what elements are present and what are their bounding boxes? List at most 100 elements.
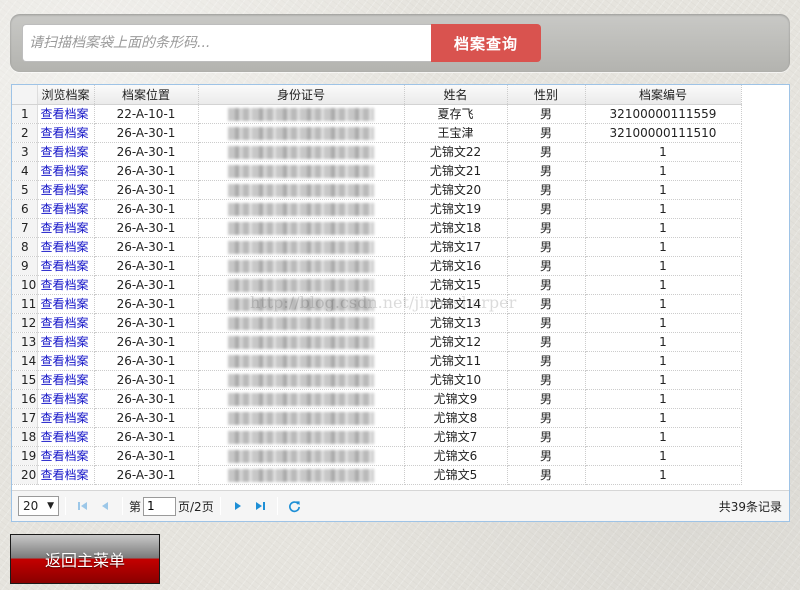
table-row[interactable]: 13 查看档案 26-A-30-1 尤锦文12 男 1 <box>12 332 742 352</box>
redacted-id-number <box>228 335 374 349</box>
row-number: 4 <box>12 161 38 181</box>
id-number-cell <box>198 370 405 390</box>
gender-cell: 男 <box>507 256 586 276</box>
view-archive-link[interactable]: 查看档案 <box>41 164 89 178</box>
location-cell: 26-A-30-1 <box>94 408 199 428</box>
header-archive-no[interactable]: 档案编号 <box>585 85 742 105</box>
view-archive-link[interactable]: 查看档案 <box>41 449 89 463</box>
header-gender[interactable]: 性别 <box>507 85 586 105</box>
view-archive-link[interactable]: 查看档案 <box>41 240 89 254</box>
table-row[interactable]: 19 查看档案 26-A-30-1 尤锦文6 男 1 <box>12 446 742 466</box>
row-number: 3 <box>12 142 38 162</box>
browse-cell: 查看档案 <box>37 389 95 409</box>
view-archive-link[interactable]: 查看档案 <box>41 411 89 425</box>
row-number: 19 <box>12 446 38 466</box>
current-page-input[interactable] <box>143 496 177 516</box>
table-row[interactable]: 15 查看档案 26-A-30-1 尤锦文10 男 1 <box>12 370 742 390</box>
view-archive-link[interactable]: 查看档案 <box>41 468 89 482</box>
last-page-button[interactable] <box>249 495 271 517</box>
table-row[interactable]: 2 查看档案 26-A-30-1 王宝津男 32100000111510 <box>12 123 742 143</box>
table-row[interactable]: 12 查看档案 26-A-30-1 尤锦文13 男 1 <box>12 313 742 333</box>
table-row[interactable]: 7 查看档案 26-A-30-1 尤锦文18 男 1 <box>12 218 742 238</box>
gender-cell: 男 <box>507 275 586 295</box>
location-cell: 26-A-30-1 <box>94 313 199 333</box>
view-archive-link[interactable]: 查看档案 <box>41 354 89 368</box>
header-location[interactable]: 档案位置 <box>94 85 199 105</box>
header-id-number[interactable]: 身份证号 <box>198 85 405 105</box>
table-row[interactable]: 17 查看档案 26-A-30-1 尤锦文8 男 1 <box>12 408 742 428</box>
archive-query-button[interactable]: 档案查询 <box>431 24 541 62</box>
row-number: 14 <box>12 351 38 371</box>
browse-cell: 查看档案 <box>37 446 95 466</box>
redacted-id-number <box>228 107 374 121</box>
header-browse[interactable]: 浏览档案 <box>37 85 95 105</box>
gender-cell: 男 <box>507 446 586 466</box>
view-archive-link[interactable]: 查看档案 <box>41 259 89 273</box>
total-records: 共39条记录 <box>718 499 782 514</box>
archive-no-cell: 1 <box>585 351 742 371</box>
archive-no-cell: 1 <box>585 218 742 238</box>
grid-body[interactable]: 浏览档案 档案位置 身份证号 姓名 性别 档案编号 1 查看档案 22-A-10-1… <box>12 85 789 490</box>
view-archive-link[interactable]: 查看档案 <box>41 221 89 235</box>
return-main-menu-button[interactable]: 返回主菜单 <box>10 534 160 584</box>
view-archive-link[interactable]: 查看档案 <box>41 430 89 444</box>
table-row[interactable]: 3 查看档案 26-A-30-1 尤锦文22 男 1 <box>12 142 742 162</box>
archive-no-cell: 1 <box>585 389 742 409</box>
table-row[interactable]: 18 查看档案 26-A-30-1 尤锦文7 男 1 <box>12 427 742 447</box>
name-cell: 尤锦文21 <box>404 161 508 181</box>
redacted-id-number <box>228 259 374 273</box>
redacted-id-number <box>228 278 374 292</box>
location-cell: 22-A-10-1 <box>94 104 199 124</box>
name-cell: 尤锦文8 <box>404 408 508 428</box>
location-cell: 26-A-30-1 <box>94 218 199 238</box>
table-row[interactable]: 5 查看档案 26-A-30-1 尤锦文20 男 1 <box>12 180 742 200</box>
pager-separator <box>122 497 123 515</box>
table-row[interactable]: 20 查看档案 26-A-30-1 尤锦文5 男 1 <box>12 465 742 485</box>
browse-cell: 查看档案 <box>37 332 95 352</box>
view-archive-link[interactable]: 查看档案 <box>41 107 89 121</box>
first-page-button[interactable] <box>72 495 94 517</box>
name-cell: 尤锦文19 <box>404 199 508 219</box>
view-archive-link[interactable]: 查看档案 <box>41 316 89 330</box>
row-number: 20 <box>12 465 38 485</box>
view-archive-link[interactable]: 查看档案 <box>41 278 89 292</box>
name-cell: 尤锦文7 <box>404 427 508 447</box>
page-size-select[interactable]: 20 ▼ <box>18 496 59 516</box>
table-row[interactable]: 10 查看档案 26-A-30-1 尤锦文15 男 1 <box>12 275 742 295</box>
view-archive-link[interactable]: 查看档案 <box>41 335 89 349</box>
view-archive-link[interactable]: 查看档案 <box>41 145 89 159</box>
browse-cell: 查看档案 <box>37 123 95 143</box>
table-row[interactable]: 16 查看档案 26-A-30-1 尤锦文9 男 1 <box>12 389 742 409</box>
view-archive-link[interactable]: 查看档案 <box>41 392 89 406</box>
view-archive-link[interactable]: 查看档案 <box>41 297 89 311</box>
header-name[interactable]: 姓名 <box>404 85 508 105</box>
redacted-id-number <box>228 221 374 235</box>
id-number-cell <box>198 161 405 181</box>
gender-cell: 男 <box>507 180 586 200</box>
barcode-search-input[interactable] <box>22 24 431 62</box>
next-page-button[interactable] <box>227 495 249 517</box>
view-archive-link[interactable]: 查看档案 <box>41 183 89 197</box>
pager-separator <box>276 497 278 515</box>
table-row[interactable]: 1 查看档案 22-A-10-1 夏存飞男 32100000111559 <box>12 104 742 124</box>
refresh-button[interactable] <box>284 495 306 517</box>
id-number-cell <box>198 408 405 428</box>
prev-page-button[interactable] <box>94 495 116 517</box>
table-row[interactable]: 4 查看档案 26-A-30-1 尤锦文21 男 1 <box>12 161 742 181</box>
archive-no-cell: 1 <box>585 161 742 181</box>
table-row[interactable]: 6 查看档案 26-A-30-1 尤锦文19 男 1 <box>12 199 742 219</box>
view-archive-link[interactable]: 查看档案 <box>41 202 89 216</box>
gender-cell: 男 <box>507 427 586 447</box>
table-row[interactable]: 9 查看档案 26-A-30-1 尤锦文16 男 1 <box>12 256 742 276</box>
name-cell: 尤锦文20 <box>404 180 508 200</box>
archive-grid: 浏览档案 档案位置 身份证号 姓名 性别 档案编号 1 查看档案 22-A-10-1… <box>11 84 790 522</box>
table-row[interactable]: 8 查看档案 26-A-30-1 尤锦文17 男 1 <box>12 237 742 257</box>
table-row[interactable]: 14 查看档案 26-A-30-1 尤锦文11 男 1 <box>12 351 742 371</box>
pager-separator <box>219 497 221 515</box>
row-number: 8 <box>12 237 38 257</box>
view-archive-link[interactable]: 查看档案 <box>41 126 89 140</box>
next-page-icon <box>234 502 241 510</box>
view-archive-link[interactable]: 查看档案 <box>41 373 89 387</box>
row-number: 10 <box>12 275 38 295</box>
table-row[interactable]: 11 查看档案 26-A-30-1 尤锦文14 男 1 <box>12 294 742 314</box>
